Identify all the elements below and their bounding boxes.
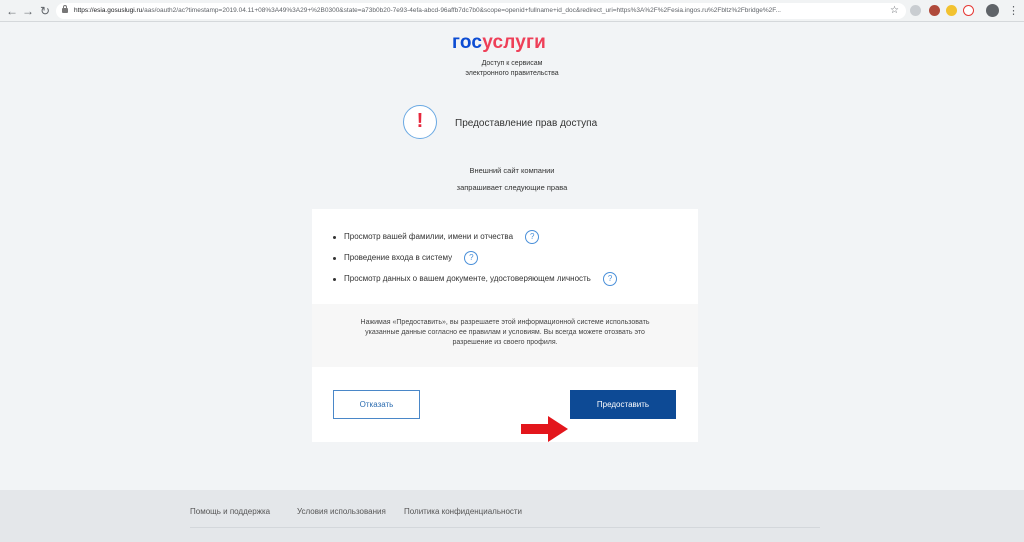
url-host: https://esia.gosuslugi.ru xyxy=(74,7,143,14)
help-icon[interactable]: ? xyxy=(603,271,618,286)
page-content: госуслуги Доступ к сервисам электронного… xyxy=(0,22,1024,490)
page-title: Предоставление прав доступа xyxy=(455,118,598,129)
permissions-card: Просмотр вашей фамилии, имени и отчества… xyxy=(312,209,698,442)
profile-icon[interactable] xyxy=(986,4,999,17)
permission-label: Просмотр данных о вашем документе, удост… xyxy=(344,274,591,283)
extension-icon[interactable] xyxy=(929,5,940,16)
intro-text: Внешний сайт компании запрашивает следую… xyxy=(456,166,568,192)
help-icon[interactable]: ? xyxy=(525,229,540,244)
url-path: /aas/oauth2/ac?timestamp=2019.04.11+08%3… xyxy=(142,7,781,14)
bullet xyxy=(333,236,336,239)
refuse-button[interactable]: Отказать xyxy=(333,390,420,419)
warning-icon: ! xyxy=(403,105,437,139)
consent-text: Нажимая «Предоставить», вы разрешаете эт… xyxy=(360,319,650,346)
address-bar[interactable]: https://esia.gosuslugi.ru/aas/oauth2/ac?… xyxy=(56,3,906,19)
list-item: Просмотр вашей фамилии, имени и отчества… xyxy=(330,227,690,248)
permission-list: Просмотр вашей фамилии, имени и отчества… xyxy=(330,227,690,290)
extension-search-icon[interactable] xyxy=(910,5,921,16)
extension-icon[interactable] xyxy=(946,5,957,16)
footer-link-terms[interactable]: Условия использования xyxy=(297,507,386,516)
red-arrow-icon xyxy=(521,416,568,442)
browser-toolbar: ← → ↻ https://esia.gosuslugi.ru/aas/oaut… xyxy=(0,0,1024,22)
lock-icon xyxy=(62,5,68,13)
footer: Помощь и поддержка Условия использования… xyxy=(0,490,1024,542)
footer-link-privacy[interactable]: Политика конфиденциальности xyxy=(404,507,522,516)
consent-notice: Нажимая «Предоставить», вы разрешаете эт… xyxy=(312,304,698,367)
bullet xyxy=(333,278,336,281)
list-item: Проведение входа в систему ? xyxy=(330,248,690,269)
forward-icon[interactable]: → xyxy=(20,3,36,19)
footer-divider xyxy=(190,527,820,528)
gosuslugi-logo[interactable]: госуслуги xyxy=(452,32,546,54)
star-icon[interactable]: ☆ xyxy=(890,3,899,19)
list-item: Просмотр данных о вашем документе, удост… xyxy=(330,269,690,290)
reload-icon[interactable]: ↻ xyxy=(37,3,53,19)
menu-icon[interactable]: ⋮ xyxy=(1008,3,1019,19)
permission-label: Проведение входа в систему xyxy=(344,253,453,262)
logo-subtitle: Доступ к сервисам электронного правитель… xyxy=(465,60,559,77)
cloud-extension-icon[interactable] xyxy=(963,5,974,16)
grant-button[interactable]: Предоставить xyxy=(570,390,676,419)
footer-link-help[interactable]: Помощь и поддержка xyxy=(190,507,270,516)
bullet xyxy=(333,257,336,260)
permission-label: Просмотр вашей фамилии, имени и отчества xyxy=(344,232,514,241)
help-icon[interactable]: ? xyxy=(464,250,479,265)
back-icon[interactable]: ← xyxy=(4,3,20,19)
